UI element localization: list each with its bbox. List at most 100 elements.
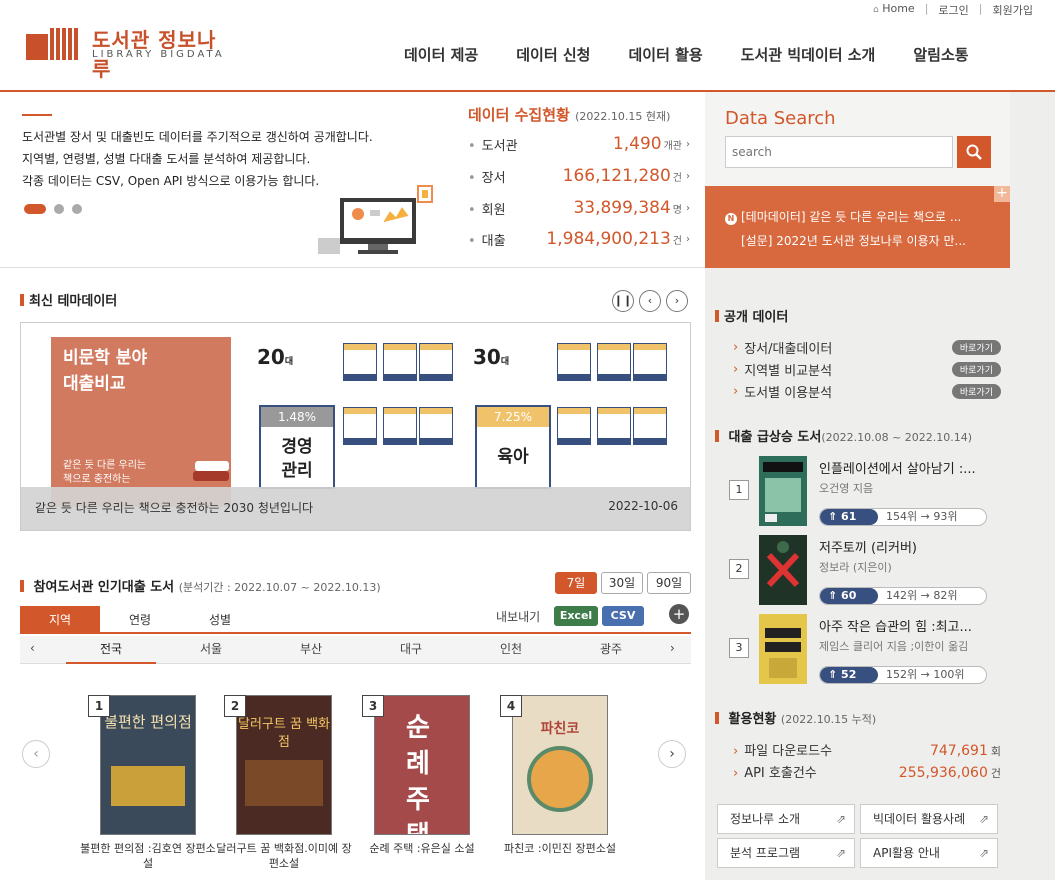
- category-mini-card: [383, 407, 417, 445]
- go-button[interactable]: 바로가기: [951, 362, 1001, 377]
- usage-title: 활용현황 (2022.10.15 누적): [715, 708, 877, 727]
- right-sidebar: Data Search + N[테마데이터] 같은 듯 다른 우리는 책으로 .…: [705, 92, 1055, 880]
- stats-title: 데이터 수집현황 (2022.10.15 현재): [468, 106, 671, 124]
- rank-change-bar: ⇑ 52 152위 → 100위: [819, 666, 987, 684]
- tab-gender[interactable]: 성별: [180, 606, 260, 634]
- category-mini-card: [557, 407, 591, 445]
- rank-change-bar: ⇑ 60 142위 → 82위: [819, 587, 987, 605]
- popular-loans-title: 참여도서관 인기대출 도서 (분석기간 : 2022.10.07 ~ 2022.…: [20, 576, 381, 595]
- chevron-right-icon[interactable]: ›: [670, 641, 675, 655]
- pagination-dot[interactable]: [24, 204, 46, 214]
- book-title[interactable]: 순례 주택 :유은실 소설: [354, 841, 490, 856]
- region-incheon[interactable]: 인천: [466, 636, 556, 664]
- book-title[interactable]: 불편한 편의점 :김호연 장편소설: [80, 841, 216, 871]
- site-logo[interactable]: 도서관 정보나루 LIBRARY BIGDATA: [26, 24, 226, 81]
- region-gwangju[interactable]: 광주: [566, 636, 656, 664]
- book-title[interactable]: 파친코 :이민진 장편소설: [492, 841, 628, 856]
- usecase-link-button[interactable]: 빅데이터 활용사례 ⇗: [860, 804, 998, 834]
- rising-book-author: 정보라 (지은이): [819, 561, 892, 574]
- region-busan[interactable]: 부산: [266, 636, 356, 664]
- book-stack-icon: [193, 461, 229, 481]
- chevron-left-icon[interactable]: ‹: [30, 641, 35, 655]
- region-daegu[interactable]: 대구: [366, 636, 456, 664]
- pagination-dot[interactable]: [72, 204, 82, 214]
- search-button[interactable]: [957, 136, 991, 168]
- rising-book-item[interactable]: 2 저주토끼 (리커버) 정보라 (지은이) ⇑ 60 142위 → 82위: [729, 535, 1001, 609]
- nav-data-use[interactable]: 데이터 활용: [628, 44, 702, 65]
- csv-export-button[interactable]: CSV: [602, 606, 644, 626]
- stat-loans[interactable]: 대출 1,984,900,213 건 ›: [468, 227, 690, 251]
- top-category-card-20s: 1.48% 경영 관리: [259, 405, 335, 489]
- book-cover-image[interactable]: [759, 614, 807, 684]
- tab-age[interactable]: 연령: [100, 606, 180, 634]
- tab-region[interactable]: 지역: [20, 606, 100, 634]
- notice-item[interactable]: [설문] 2022년 도서관 정보나루 이용자 만...: [741, 232, 966, 249]
- public-data-item[interactable]: 장서/대출데이터바로가기: [733, 338, 1001, 357]
- go-button[interactable]: 바로가기: [951, 340, 1001, 355]
- login-link[interactable]: 로그인: [938, 2, 968, 18]
- stat-libraries[interactable]: 도서관 1,490 개관 ›: [468, 132, 690, 156]
- nav-data-provide[interactable]: 데이터 제공: [404, 44, 478, 65]
- book-cover-image[interactable]: 불편한 편의점: [100, 695, 196, 835]
- theme-slide[interactable]: 비문학 분야 대출비교 같은 듯 다른 우리는 책으로 충전하는 20대 1.4…: [20, 322, 691, 531]
- theme-caption[interactable]: 같은 듯 다른 우리는 책으로 충전하는 2030 청년입니다 2022-10-…: [21, 487, 690, 530]
- notice-item[interactable]: N [테마데이터] 같은 듯 다른 우리는 책으로 ...: [725, 208, 961, 225]
- region-seoul[interactable]: 서울: [166, 636, 256, 664]
- external-link-icon: ⇗: [835, 812, 846, 826]
- nav-notice[interactable]: 알림소통: [913, 44, 968, 65]
- prev-arrow-icon[interactable]: ‹: [639, 290, 661, 312]
- book-cover-image[interactable]: 달러구트 꿈 백화점: [236, 695, 332, 835]
- more-plus-icon[interactable]: +: [669, 604, 689, 624]
- pagination-dot[interactable]: [54, 204, 64, 214]
- stat-members[interactable]: 회원 33,899,384 명 ›: [468, 196, 690, 220]
- book-title[interactable]: 달러구트 꿈 백화점.이미예 장편소설: [216, 841, 352, 871]
- nav-data-request[interactable]: 데이터 신청: [516, 44, 590, 65]
- category-mini-card: [633, 407, 667, 445]
- book-rank: 4: [500, 695, 522, 717]
- export-label: 내보내기: [496, 610, 541, 624]
- book-cover-image[interactable]: 파친코: [512, 695, 608, 835]
- theme-banner-subtitle: 같은 듯 다른 우리는 책으로 충전하는: [63, 460, 147, 485]
- program-link-button[interactable]: 분석 프로그램 ⇗: [717, 838, 855, 868]
- rank-change: 152위 → 100위: [886, 668, 965, 681]
- excel-export-button[interactable]: Excel: [554, 606, 598, 626]
- plus-icon[interactable]: +: [994, 186, 1010, 202]
- rising-book-title[interactable]: 인플레이션에서 살아남기 :...: [819, 458, 976, 477]
- category-mini-card: [597, 407, 631, 445]
- period-30d-button[interactable]: 30일: [601, 572, 643, 594]
- rising-book-item[interactable]: 3 아주 작은 습관의 힘 :최고... 제임스 클리어 지음 ;이한이 옮김 …: [729, 614, 1001, 688]
- period-7d-button[interactable]: 7일: [555, 572, 597, 594]
- usage-downloads: 파일 다운로드수 747,691 회: [733, 740, 1001, 759]
- public-data-item[interactable]: 도서별 이용분석바로가기: [733, 382, 1001, 401]
- pause-icon[interactable]: ❙❙: [612, 290, 634, 312]
- carousel-prev-icon[interactable]: ‹: [22, 740, 50, 768]
- book-cover-image[interactable]: 순 례 주 택: [374, 695, 470, 835]
- about-link-button[interactable]: 정보나루 소개 ⇗: [717, 804, 855, 834]
- home-link[interactable]: ⌂ Home: [873, 2, 915, 18]
- rising-book-title[interactable]: 아주 작은 습관의 힘 :최고...: [819, 616, 972, 635]
- next-arrow-icon[interactable]: ›: [666, 290, 688, 312]
- new-badge-icon: N: [725, 213, 737, 225]
- rising-book-title[interactable]: 저주토끼 (리커버): [819, 537, 917, 556]
- search-input[interactable]: [725, 136, 953, 168]
- book-cover-image[interactable]: [759, 456, 807, 526]
- region-all[interactable]: 전국: [66, 636, 156, 664]
- carousel-next-icon[interactable]: ›: [658, 740, 686, 768]
- data-search-box: Data Search: [705, 92, 1010, 186]
- api-guide-link-button[interactable]: API활용 안내 ⇗: [860, 838, 998, 868]
- rising-books-title: 대출 급상승 도서(2022.10.08 ~ 2022.10.14): [715, 426, 973, 445]
- signup-link[interactable]: 회원가입: [993, 2, 1033, 18]
- intro-accent-line: [22, 114, 52, 116]
- rising-book-item[interactable]: 1 인플레이션에서 살아남기 :... 오건영 지음 ⇑ 61 154위 → 9…: [729, 456, 1001, 530]
- go-button[interactable]: 바로가기: [951, 384, 1001, 399]
- stat-holdings[interactable]: 장서 166,121,280 건 ›: [468, 164, 690, 188]
- book-cover-image[interactable]: [759, 535, 807, 605]
- period-90d-button[interactable]: 90일: [647, 572, 691, 594]
- external-link-icon: ⇗: [835, 846, 846, 860]
- rank-number: 3: [729, 638, 749, 658]
- rank-up-badge: ⇑ 52: [820, 667, 878, 683]
- rank-up-badge: ⇑ 60: [820, 588, 878, 604]
- chevron-right-icon: ›: [686, 138, 690, 150]
- nav-bigdata-intro[interactable]: 도서관 빅데이터 소개: [741, 44, 876, 65]
- public-data-item[interactable]: 지역별 비교분석바로가기: [733, 360, 1001, 379]
